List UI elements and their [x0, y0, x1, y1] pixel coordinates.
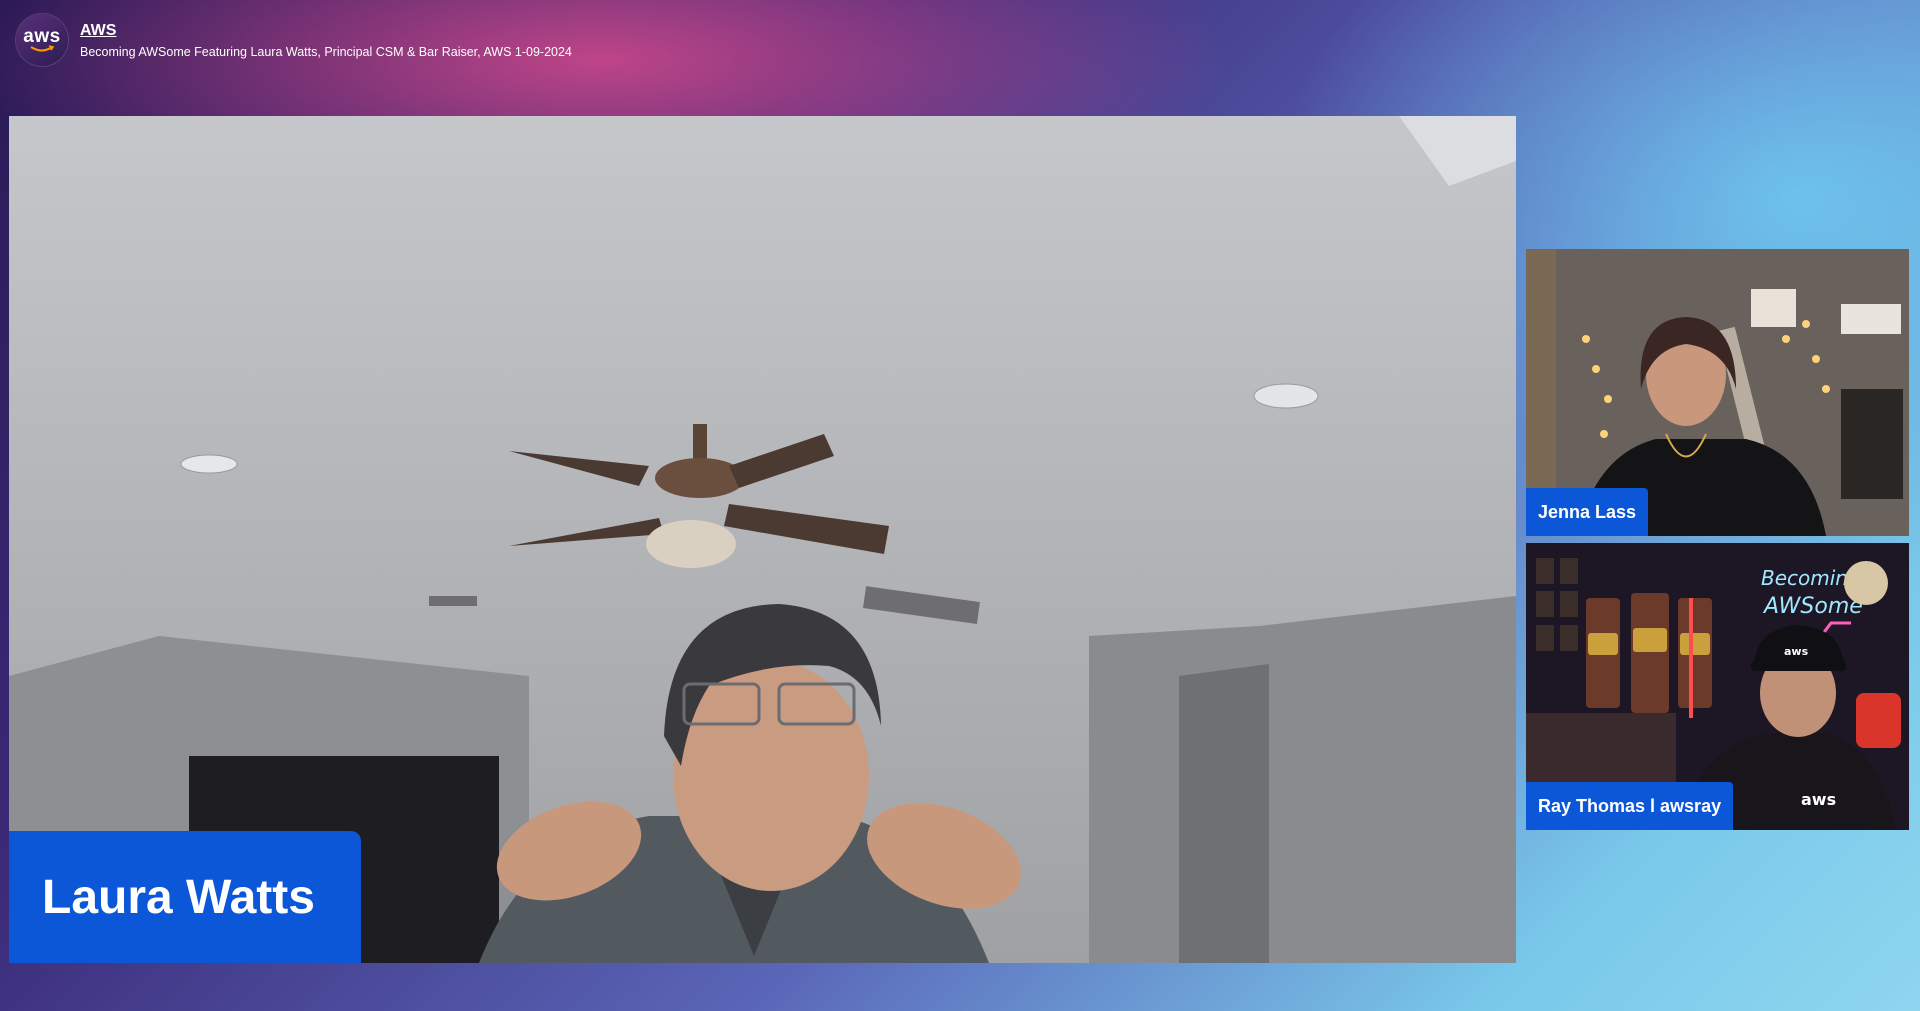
- participant-name-tag-2: Ray Thomas l awsray: [1526, 782, 1734, 830]
- stream-title: Becoming AWSome Featuring Laura Watts, P…: [80, 44, 572, 59]
- stream-header: aws AWS Becoming AWSome Featuring Laura …: [16, 14, 572, 66]
- hat-logo-text: aws: [1784, 645, 1809, 658]
- participant-tile-1[interactable]: Jenna Lass: [1526, 249, 1909, 536]
- participant-tile-2[interactable]: Becoming AWSome aws aws Ray Thomas l aws…: [1526, 543, 1909, 830]
- main-speaker-name-tag: Laura Watts: [9, 831, 361, 963]
- channel-name[interactable]: AWS: [80, 22, 572, 40]
- participant-name-tag-1: Jenna Lass: [1526, 488, 1649, 536]
- aws-channel-avatar[interactable]: aws: [16, 14, 68, 66]
- aws-logo-text: aws: [23, 25, 61, 47]
- neon-sign-text-2: AWSome: [1762, 594, 1863, 619]
- shirt-logo-text: aws: [1801, 790, 1836, 809]
- aws-smile-icon: [30, 44, 55, 51]
- main-speaker-video: Laura Watts: [9, 116, 1516, 963]
